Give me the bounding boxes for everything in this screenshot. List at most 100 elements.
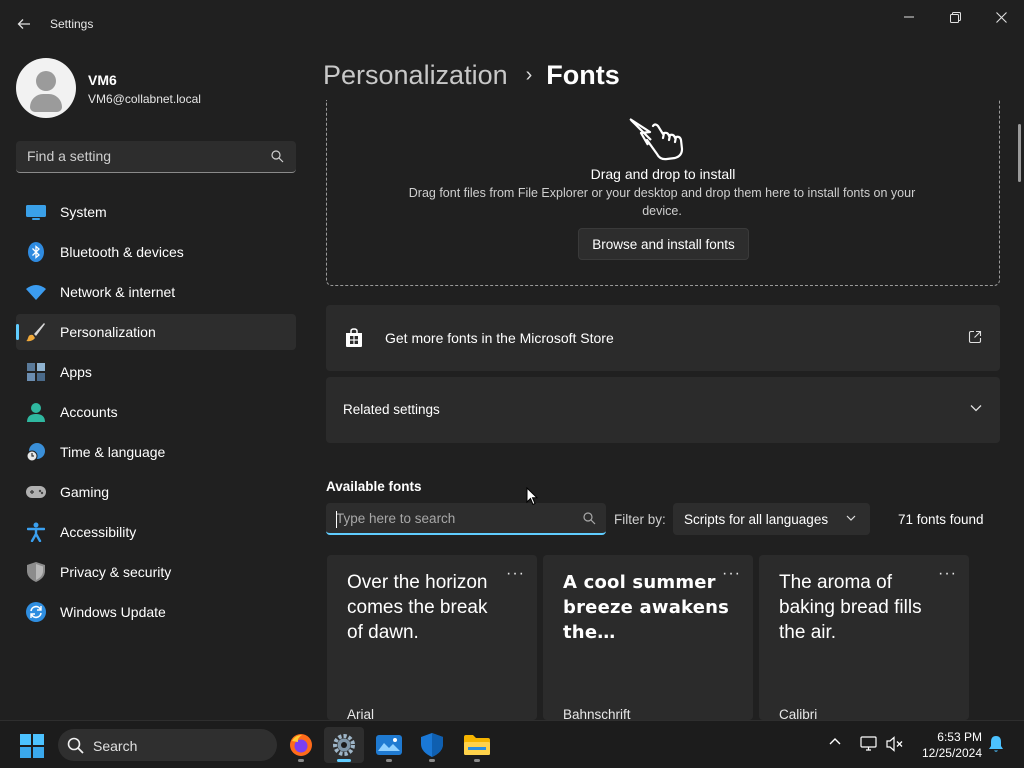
sidebar-item-accounts[interactable]: Accounts <box>16 394 296 430</box>
sidebar-item-label: Gaming <box>60 484 110 500</box>
update-icon <box>26 602 46 622</box>
font-card-calibri[interactable]: The aroma of baking bread fills the air.… <box>759 555 969 720</box>
filter-selected-value: Scripts for all languages <box>684 512 829 527</box>
user-email: VM6@collabnet.local <box>88 92 201 106</box>
more-options-button[interactable]: ··· <box>506 565 525 583</box>
mouse-cursor-icon <box>526 487 538 506</box>
text-caret <box>336 511 337 528</box>
globe-clock-icon <box>26 442 46 462</box>
related-settings-label: Related settings <box>343 402 440 417</box>
running-indicator <box>337 759 351 762</box>
font-search-input[interactable] <box>326 503 576 533</box>
clock-time[interactable]: 6:53 PM <box>920 730 982 744</box>
title-bar: Settings <box>0 0 1024 48</box>
font-search-box <box>326 503 606 535</box>
notification-bell-icon[interactable] <box>988 735 1004 753</box>
taskbar-app-photos[interactable] <box>369 727 409 763</box>
avatar <box>16 58 76 118</box>
bluetooth-icon <box>26 242 46 262</box>
font-drop-zone[interactable]: Drag and drop to install Drag font files… <box>326 100 1000 286</box>
dropzone-title: Drag and drop to install <box>590 166 736 182</box>
font-card-bahnschrift[interactable]: A cool summer breeze awakens the… ··· Ba… <box>543 555 753 720</box>
breadcrumb-separator: › <box>525 64 533 86</box>
accessibility-icon <box>26 522 46 542</box>
sidebar-item-accessibility[interactable]: Accessibility <box>16 514 296 550</box>
maximize-button[interactable] <box>932 4 978 30</box>
monitor-icon <box>26 202 46 222</box>
sidebar-item-windows-update[interactable]: Windows Update <box>16 594 296 630</box>
restore-icon <box>949 11 961 23</box>
related-settings-expander[interactable]: Related settings <box>326 377 1000 443</box>
search-icon[interactable] <box>271 150 284 163</box>
taskbar-app-settings[interactable] <box>324 727 364 763</box>
sidebar-item-label: Privacy & security <box>60 564 172 580</box>
taskbar-app-security[interactable] <box>412 727 452 763</box>
file-explorer-icon <box>464 735 490 755</box>
sidebar-item-label: Accounts <box>60 404 118 420</box>
accounts-icon <box>26 402 46 422</box>
filter-label: Filter by: <box>614 512 666 527</box>
sidebar-item-gaming[interactable]: Gaming <box>16 474 296 510</box>
running-indicator <box>298 759 304 762</box>
user-name: VM6 <box>88 72 117 88</box>
windows-logo-icon <box>20 734 44 758</box>
font-name: Calibri <box>779 707 818 720</box>
taskbar-search-label: Search <box>93 738 138 754</box>
minimize-button[interactable] <box>886 4 932 30</box>
sidebar-item-label: System <box>60 204 107 220</box>
sidebar-item-personalization[interactable]: Personalization <box>16 314 296 350</box>
firefox-icon <box>290 734 312 756</box>
script-filter-dropdown[interactable]: Scripts for all languages <box>673 503 870 535</box>
paintbrush-icon <box>26 322 46 342</box>
chevron-down-icon <box>970 405 982 412</box>
back-button[interactable] <box>10 12 38 36</box>
sidebar-item-network[interactable]: Network & internet <box>16 274 296 310</box>
scrollbar[interactable] <box>1018 124 1021 182</box>
wifi-icon <box>26 282 46 302</box>
sidebar-item-system[interactable]: System <box>16 194 296 230</box>
apps-icon <box>26 362 46 382</box>
running-indicator <box>474 759 480 762</box>
search-icon <box>67 737 84 754</box>
chevron-up-icon[interactable] <box>829 737 841 745</box>
font-name: Bahnschrift <box>563 707 631 720</box>
taskbar-app-file-explorer[interactable] <box>457 727 497 763</box>
volume-muted-icon[interactable] <box>886 736 904 752</box>
minimize-icon <box>904 16 914 18</box>
sidebar-item-privacy[interactable]: Privacy & security <box>16 554 296 590</box>
font-sample-text: The aroma of baking bread fills the air. <box>779 572 922 643</box>
fonts-found-count: 71 fonts found <box>898 512 984 527</box>
search-icon[interactable] <box>583 512 596 525</box>
window-title: Settings <box>50 17 94 31</box>
sidebar-item-label: Windows Update <box>60 604 166 620</box>
find-setting-input[interactable] <box>16 141 266 171</box>
close-icon <box>995 11 1007 23</box>
sidebar-item-label: Time & language <box>60 444 166 460</box>
font-sample-text: Over the horizon comes the break of dawn… <box>347 572 488 643</box>
taskbar-search[interactable]: Search <box>58 729 277 761</box>
back-arrow-icon <box>17 19 30 29</box>
more-options-button[interactable]: ··· <box>722 565 741 583</box>
shield-icon <box>26 562 46 582</box>
start-button[interactable] <box>20 734 44 763</box>
sidebar-item-label: Network & internet <box>60 284 176 300</box>
more-options-button[interactable]: ··· <box>938 565 957 583</box>
taskbar-app-firefox[interactable] <box>281 727 321 763</box>
available-fonts-heading: Available fonts <box>326 479 422 494</box>
sidebar-item-time-language[interactable]: Time & language <box>16 434 296 470</box>
microsoft-store-fonts-link[interactable]: Get more fonts in the Microsoft Store <box>326 305 1000 371</box>
close-button[interactable] <box>978 4 1024 30</box>
sidebar-item-label: Accessibility <box>60 524 137 540</box>
sidebar-item-apps[interactable]: Apps <box>16 354 296 390</box>
font-name: Arial <box>347 707 375 720</box>
open-external-icon <box>968 330 982 344</box>
settings-icon <box>333 734 355 756</box>
clock-date[interactable]: 12/25/2024 <box>914 746 982 760</box>
network-icon[interactable] <box>860 736 878 752</box>
font-card-arial[interactable]: Over the horizon comes the break of dawn… <box>327 555 537 720</box>
browse-install-fonts-button[interactable]: Browse and install fonts <box>578 228 749 260</box>
sidebar-item-bluetooth[interactable]: Bluetooth & devices <box>16 234 296 270</box>
breadcrumb-parent[interactable]: Personalization <box>323 60 508 91</box>
breadcrumb: Personalization › Fonts <box>323 60 620 91</box>
running-indicator <box>429 759 435 762</box>
